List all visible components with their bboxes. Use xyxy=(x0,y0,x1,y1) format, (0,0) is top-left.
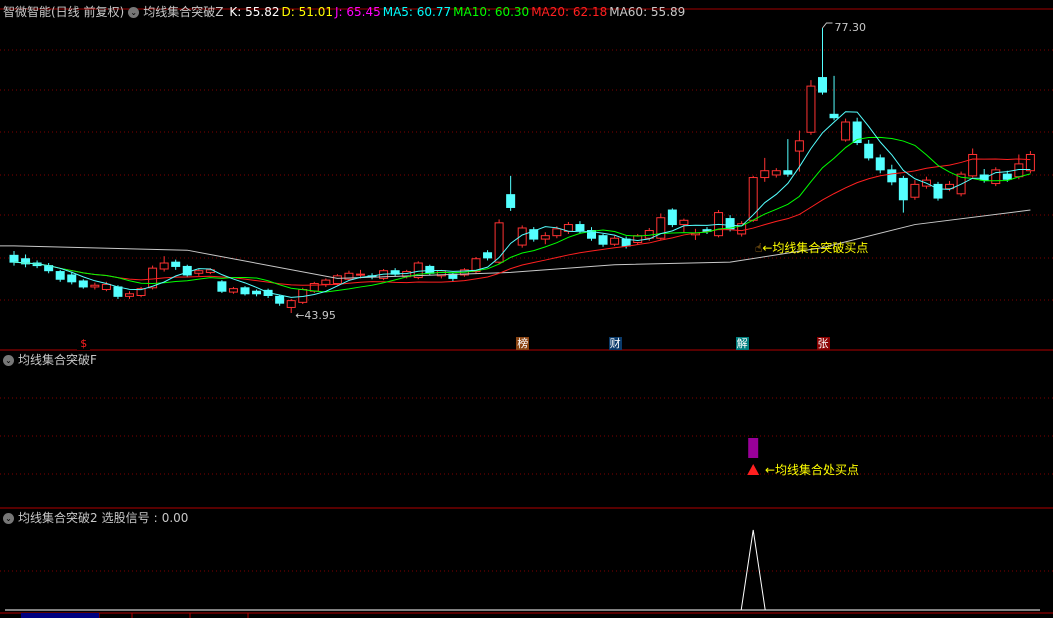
candle-down xyxy=(78,280,88,288)
candle-down xyxy=(506,194,516,208)
buy-triangle-icon xyxy=(747,464,760,475)
chevron-down-icon[interactable]: ⌄ xyxy=(3,354,14,366)
date-box xyxy=(21,613,99,618)
candle-down xyxy=(252,290,262,295)
candle-down xyxy=(667,209,677,226)
indicator-name[interactable]: 均线集合突破Z xyxy=(143,5,223,19)
candle-up xyxy=(806,85,816,133)
candle-up xyxy=(90,284,100,288)
candle-down xyxy=(598,235,608,245)
candle-up xyxy=(748,177,758,221)
candle-up xyxy=(1025,153,1035,172)
candle-up xyxy=(610,237,620,245)
candle-down xyxy=(979,174,989,181)
pane2-annotation: ←均线集合处买点 xyxy=(765,463,860,477)
candle-down xyxy=(67,274,77,283)
ma5-line xyxy=(13,111,1031,298)
candle-up xyxy=(794,140,804,152)
candle-down xyxy=(217,281,227,292)
high-pointer xyxy=(822,22,833,29)
chevron-down-icon[interactable]: ⌄ xyxy=(3,512,14,524)
candle-down xyxy=(818,77,827,93)
value-ma10: MA10: 60.30 xyxy=(453,5,530,19)
value-ma20: MA20: 62.18 xyxy=(531,5,608,19)
candle-up xyxy=(771,170,781,176)
candle-up xyxy=(321,279,331,285)
event-marker[interactable]: 榜 xyxy=(516,337,530,350)
candle-down xyxy=(887,169,897,183)
candle-down xyxy=(113,286,123,297)
value-d: D: 51.01 xyxy=(281,5,333,19)
candle-up xyxy=(228,288,238,293)
candle-down xyxy=(182,265,192,276)
candle-down xyxy=(898,177,908,201)
value-ma60: MA60: 55.89 xyxy=(609,5,686,19)
candle-down xyxy=(575,224,585,232)
candle-down xyxy=(425,265,435,274)
candle-down xyxy=(864,143,874,159)
candle-down xyxy=(483,252,493,259)
candle-up xyxy=(194,270,204,274)
low-price-label: ←43.95 xyxy=(295,309,336,322)
candle-up xyxy=(494,222,504,263)
candle-down xyxy=(875,157,885,171)
stock-name: 智微智能(日线 前复权) xyxy=(3,5,125,19)
pane2-title[interactable]: 均线集合突破F xyxy=(18,353,97,367)
candle-up xyxy=(760,170,770,179)
pane3-title[interactable]: 均线集合突破2 xyxy=(18,511,98,525)
value-j: J: 65.45 xyxy=(334,5,381,19)
candle-up xyxy=(286,300,296,308)
high-price-label: 77.30 xyxy=(834,21,867,34)
pane3-header: ⌄ 均线集合突破2 选股信号: 0.00 xyxy=(3,511,188,525)
candle-up xyxy=(332,275,342,285)
event-marker[interactable]: $ xyxy=(77,337,91,350)
pane2-header: ⌄ 均线集合突破F xyxy=(3,353,97,367)
candle-up xyxy=(356,273,365,276)
candle-up xyxy=(101,283,111,291)
signal-spike xyxy=(740,529,766,611)
value-k: K: 55.82 xyxy=(229,5,280,19)
value-ma5: MA5: 60.77 xyxy=(382,5,452,19)
candle-down xyxy=(829,113,839,119)
candle-up xyxy=(125,293,134,297)
candle-down xyxy=(240,287,250,295)
candle-up xyxy=(159,262,169,270)
candle-up xyxy=(968,153,978,177)
event-marker[interactable]: 解 xyxy=(735,337,749,350)
candle-down xyxy=(9,254,19,263)
signal-bar xyxy=(748,438,759,458)
chevron-down-icon[interactable]: ⌄ xyxy=(128,6,140,18)
candle-down xyxy=(171,261,181,267)
candle-up xyxy=(679,219,689,226)
candle-down xyxy=(1002,173,1012,180)
candle-up xyxy=(633,235,643,244)
candle-down xyxy=(55,271,65,280)
indicator-values: K: 55.82 D: 51.01 J: 65.45 MA5: 60.77 MA10: … xyxy=(227,5,685,19)
candle-up xyxy=(910,183,920,198)
candle-down xyxy=(783,170,793,175)
candle-up xyxy=(540,235,550,240)
signal-label: 选股信号 xyxy=(101,511,150,525)
main-header: 智微智能(日线 前复权) ⌄ 均线集合突破Z K: 55.82 D: 51.01 J… xyxy=(3,5,685,19)
candle-up xyxy=(841,121,851,141)
candle-down xyxy=(933,183,943,199)
candle-down xyxy=(275,295,285,304)
candle-up xyxy=(552,228,562,237)
event-marker[interactable]: 财 xyxy=(608,337,622,350)
kline-chart[interactable] xyxy=(0,0,1053,618)
buy-annotation: ☝←均线集合突破买点 xyxy=(755,241,869,255)
event-marker[interactable]: 张 xyxy=(816,337,830,350)
signal-value: 0.00 xyxy=(161,511,189,525)
